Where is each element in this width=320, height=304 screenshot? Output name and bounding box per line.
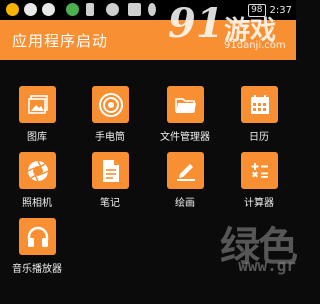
app-label: 图库 xyxy=(27,132,47,143)
app-label: 照相机 xyxy=(22,198,52,209)
gallery-tile[interactable] xyxy=(19,86,56,123)
watermark-logo: 91 游戏 91danji.com xyxy=(166,0,294,56)
flashlight-tile[interactable] xyxy=(92,86,129,123)
notes-tile[interactable] xyxy=(92,152,129,189)
calendar-icon xyxy=(250,94,269,114)
app-calendar[interactable]: 日历 xyxy=(222,86,296,148)
app-flashlight[interactable]: 手电筒 xyxy=(73,86,147,148)
watermark-bottom: 绿色 www.gr xyxy=(212,214,298,294)
notes-icon xyxy=(102,159,119,182)
usb-icon xyxy=(86,3,94,16)
app-file-manager[interactable]: 文件管理器 xyxy=(148,86,222,148)
app-title: 应用程序启动 xyxy=(12,32,109,50)
app-notes[interactable]: 笔记 xyxy=(73,152,147,214)
paint-icon xyxy=(176,163,195,181)
app-calculator[interactable]: 计算器 xyxy=(222,152,296,214)
gallery-icon xyxy=(27,94,48,114)
location-icon xyxy=(148,3,156,16)
calendar-tile[interactable] xyxy=(241,86,278,123)
flashlight-icon xyxy=(98,92,123,117)
cloud-icon xyxy=(106,3,119,16)
app-paint[interactable]: 绘画 xyxy=(148,152,222,214)
image-notification-icon xyxy=(128,3,141,16)
calculator-icon xyxy=(251,162,268,178)
weibo-icon xyxy=(42,3,55,16)
folder-icon xyxy=(174,97,196,113)
notification-icon-3 xyxy=(66,3,79,16)
calculator-tile[interactable] xyxy=(241,152,278,189)
camera-icon xyxy=(27,160,48,181)
music-tile[interactable] xyxy=(19,218,56,255)
app-label: 手电筒 xyxy=(95,132,125,143)
app-camera[interactable]: 照相机 xyxy=(0,152,74,214)
camera-tile[interactable] xyxy=(19,152,56,189)
paint-tile[interactable] xyxy=(167,152,204,189)
headphones-icon xyxy=(27,226,48,247)
app-label: 音乐播放器 xyxy=(12,264,62,275)
app-label: 笔记 xyxy=(100,198,120,209)
app-gallery[interactable]: 图库 xyxy=(0,86,74,148)
app-label: 计算器 xyxy=(244,198,274,209)
notification-icon-2 xyxy=(24,3,37,16)
app-music-player[interactable]: 音乐播放器 xyxy=(0,218,74,280)
notification-icon-1 xyxy=(6,3,19,16)
app-label: 日历 xyxy=(249,132,269,143)
app-label: 绘画 xyxy=(175,198,195,209)
app-label: 文件管理器 xyxy=(160,132,210,143)
folder-tile[interactable] xyxy=(167,86,204,123)
watermark-number: 91 xyxy=(168,0,224,47)
watermark-url: 91danji.com xyxy=(224,40,286,51)
watermark-bottom-url: www.gr xyxy=(238,256,296,275)
